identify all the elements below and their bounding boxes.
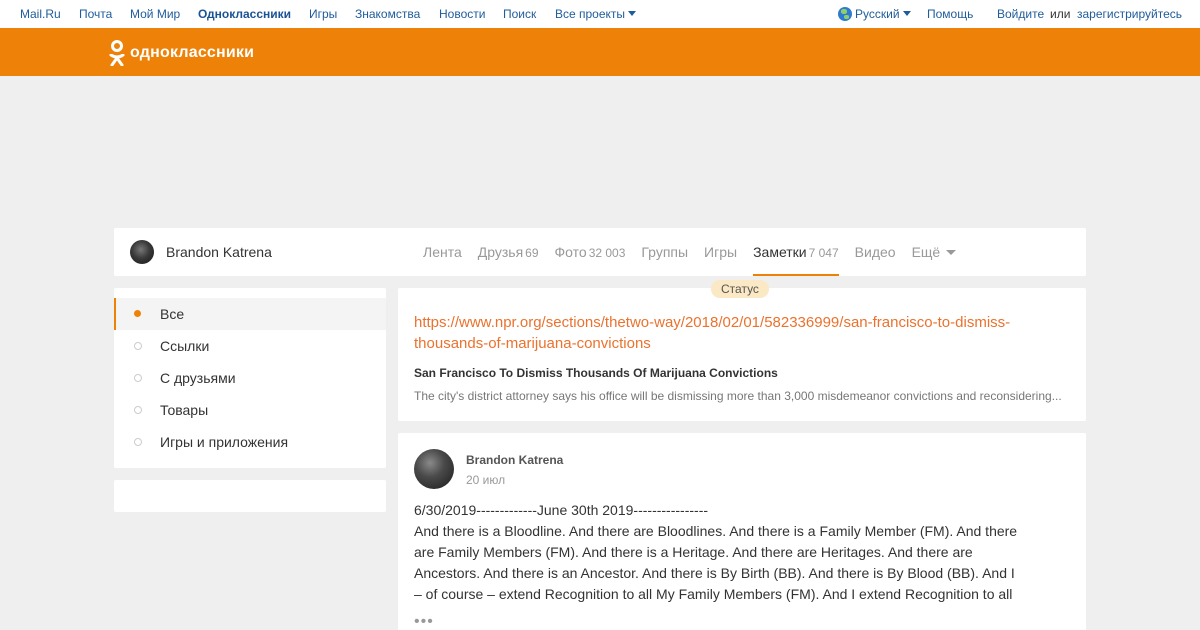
portal-link-games[interactable]: Игры (309, 7, 337, 21)
post-author[interactable]: Brandon Katrena (466, 453, 563, 467)
menu-item-label: Товары (160, 402, 209, 418)
tab-friends[interactable]: Друзья 69 (478, 228, 539, 276)
bullet-icon (134, 342, 142, 350)
profile-tabs: Лента Друзья 69 Фото 32 003 Группы Игры За… (415, 228, 964, 276)
profile-nav-bar: Brandon Katrena Лента Друзья 69 Фото 32 00… (114, 228, 1086, 276)
menu-item-links[interactable]: Ссылки (114, 330, 386, 362)
login-link[interactable]: Войдите (997, 7, 1044, 21)
chevron-down-icon (946, 250, 957, 255)
tab-groups[interactable]: Группы (641, 228, 688, 276)
tab-label: Группы (641, 244, 689, 260)
status-card: Статус https://www.npr.org/sections/thet… (398, 280, 1086, 421)
language-selector[interactable]: Русский (838, 7, 911, 21)
portal-link-dating[interactable]: Знакомства (355, 7, 420, 21)
link-preview-description: The city's district attorney says his of… (414, 389, 1062, 403)
left-empty-panel (114, 480, 386, 512)
tab-notes[interactable]: Заметки 7 047 (753, 228, 839, 276)
post-date: 20 июл (466, 473, 506, 487)
bullet-icon (134, 374, 142, 382)
register-link[interactable]: зарегистрируйтесь (1077, 7, 1182, 21)
menu-item-label: Все (160, 306, 185, 322)
logo-text: одноклассники (130, 44, 255, 61)
tab-label: Игры (704, 244, 738, 260)
menu-item-label: Ссылки (160, 338, 210, 354)
tab-label: Лента (423, 244, 462, 260)
tab-games[interactable]: Игры (704, 228, 737, 276)
tab-video[interactable]: Видео (855, 228, 896, 276)
tab-photos[interactable]: Фото 32 003 (555, 228, 626, 276)
more-dots-icon[interactable]: ••• (414, 613, 434, 630)
all-projects-label: Все проекты (555, 7, 626, 21)
portal-link-mailru[interactable]: Mail.Ru (20, 7, 61, 21)
bullet-icon (134, 310, 141, 317)
portal-bar: Mail.Ru Почта Мой Мир Одноклассники Игры… (0, 0, 1200, 28)
all-projects-dropdown[interactable]: Все проекты (555, 7, 637, 21)
tab-label: Заметки (753, 244, 807, 260)
portal-link-mymir[interactable]: Мой Мир (130, 7, 180, 21)
portal-link-mail[interactable]: Почта (79, 7, 112, 21)
language-label: Русский (855, 7, 900, 21)
chevron-down-icon (902, 11, 911, 16)
bullet-icon (134, 438, 142, 446)
help-link[interactable]: Помощь (927, 7, 973, 21)
tab-count: 7 047 (808, 246, 839, 260)
or-text: или (1050, 7, 1071, 21)
status-link[interactable]: https://www.npr.org/sections/thetwo-way/… (414, 312, 1054, 354)
menu-item-label: С друзьями (160, 370, 236, 386)
site-header: одноклассники (0, 28, 1200, 76)
menu-item-label: Игры и приложения (160, 434, 289, 450)
post-text[interactable]: 6/30/2019-------------June 30th 2019----… (414, 500, 1026, 605)
tab-label: Ещё (911, 244, 941, 260)
profile-name[interactable]: Brandon Katrena (166, 244, 272, 260)
tab-more[interactable]: Ещё (912, 228, 957, 276)
tab-count: 32 003 (588, 246, 626, 260)
tab-label: Друзья (477, 244, 524, 260)
bullet-icon (134, 406, 142, 414)
globe-icon (838, 7, 852, 21)
menu-item-all[interactable]: Все (114, 298, 386, 330)
post-text-line: 6/30/2019-------------June 30th 2019----… (414, 502, 709, 518)
tab-label: Фото (554, 244, 587, 260)
note-post-card: Brandon Katrena 20 июл 6/30/2019--------… (398, 433, 1086, 630)
ok-logo-icon (108, 39, 126, 67)
menu-item-products[interactable]: Товары (114, 394, 386, 426)
tab-label: Видео (854, 244, 896, 260)
notes-filter-menu: Все Ссылки С друзьями Товары Игры и прил… (114, 288, 386, 468)
post-text-body: And there is a Bloodline. And there are … (414, 523, 1018, 602)
site-logo[interactable]: одноклассники (108, 39, 254, 67)
status-badge: Статус (711, 280, 769, 298)
portal-link-odnoklassniki[interactable]: Одноклассники (198, 7, 291, 21)
menu-item-with-friends[interactable]: С друзьями (114, 362, 386, 394)
menu-item-games-apps[interactable]: Игры и приложения (114, 426, 386, 458)
portal-link-news[interactable]: Новости (439, 7, 485, 21)
link-preview-title[interactable]: San Francisco To Dismiss Thousands Of Ma… (414, 366, 778, 380)
avatar[interactable] (130, 240, 154, 264)
chevron-down-icon (628, 11, 637, 16)
avatar[interactable] (414, 449, 454, 489)
portal-link-search[interactable]: Поиск (503, 7, 536, 21)
tab-feed[interactable]: Лента (423, 228, 462, 276)
tab-count: 69 (525, 246, 539, 260)
